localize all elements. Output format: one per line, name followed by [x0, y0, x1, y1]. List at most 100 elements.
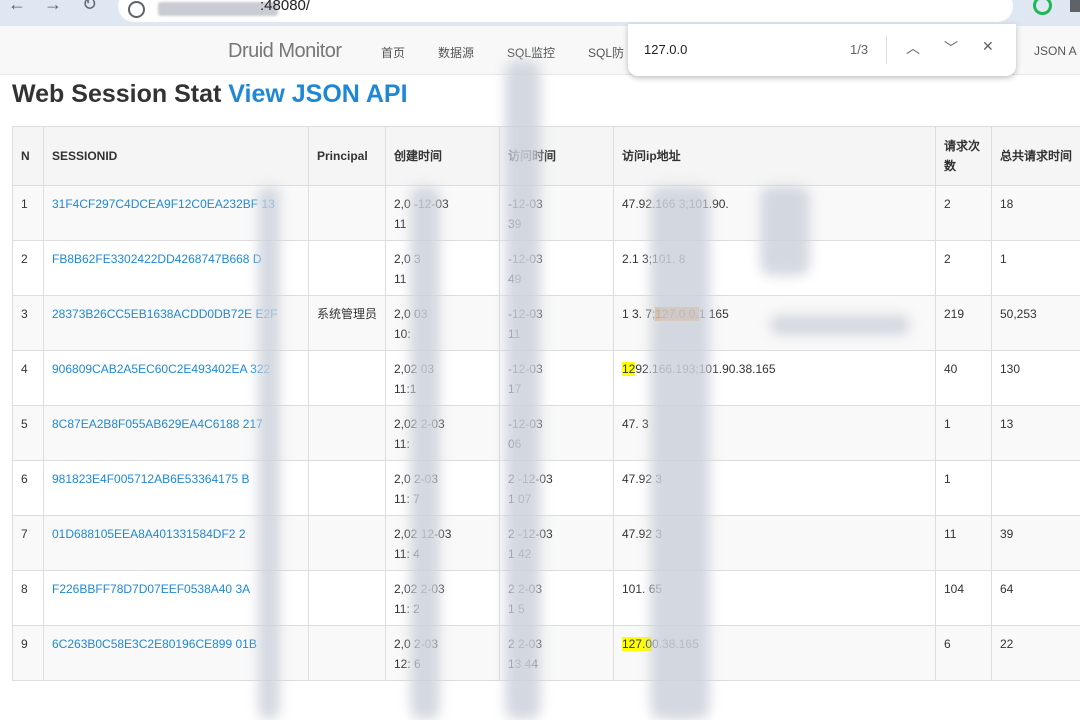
access-time-cell: -12-03 39: [499, 185, 614, 241]
address-bar[interactable]: :48080/: [118, 0, 1013, 22]
row-number: 7: [12, 515, 44, 571]
session-id-link[interactable]: 8C87EA2B8F055AB629EA4C6188 217: [52, 417, 263, 431]
table-row: 1 31F4CF297C4DCEA9F12C0EA232BF 13 2,0 -12-…: [12, 185, 1080, 241]
forward-icon[interactable]: →: [44, 0, 62, 14]
back-icon[interactable]: ←: [8, 0, 26, 14]
session-id-link[interactable]: 28373B26CC5EB1638ACDD0DB72E E2F: [52, 307, 277, 321]
access-date: -12-03: [508, 307, 543, 321]
access-date: -12-03: [508, 362, 543, 376]
access-date: 2 2-03: [508, 637, 543, 651]
access-clock: 1 5: [508, 602, 525, 616]
request-count-cell: 11: [935, 515, 992, 571]
session-id-link[interactable]: 31F4CF297C4DCEA9F12C0EA232BF 13: [52, 197, 275, 211]
request-count-cell: 2: [935, 185, 992, 241]
ip-suffix: 1 165: [698, 307, 729, 321]
created-time-cell: 2,02 2-03 11:: [385, 405, 500, 461]
access-clock: 49: [508, 272, 522, 286]
col-header-ip[interactable]: 访问ip地址: [613, 126, 936, 186]
reload-icon[interactable]: ↻: [82, 0, 97, 14]
ip-address-cell: 127.00.38.165: [613, 625, 936, 681]
total-time-cell: 18: [991, 185, 1080, 241]
principal-cell: [308, 405, 386, 461]
find-match-highlight: 127.0.0.: [655, 307, 699, 321]
principal-cell: [308, 515, 386, 571]
nav-sql-monitor[interactable]: SQL监控: [507, 44, 555, 61]
extension-icon[interactable]: [1033, 0, 1052, 15]
nav-datasource[interactable]: 数据源: [438, 44, 474, 61]
ip-suffix: 92.166.193;101.90.38.165: [635, 362, 776, 376]
browser-toolbar: ← → ↻ :48080/: [0, 0, 1080, 26]
col-header-created[interactable]: 创建时间: [385, 126, 500, 186]
total-time-cell: 1: [991, 240, 1080, 296]
created-time-cell: 2,0 2-03 11: 7: [385, 460, 500, 516]
created-clock: 11: [394, 272, 407, 286]
created-clock: 11: 7: [394, 492, 420, 506]
session-id-link[interactable]: F226BBFF78D7D07EEF0538A40 3A: [52, 582, 250, 596]
find-match-highlight: 127.0: [622, 637, 653, 651]
access-time-cell: 2 2-03 1 5: [499, 570, 614, 626]
total-time-cell: 22: [991, 625, 1080, 681]
session-id-link[interactable]: 906809CAB2A5EC60C2E493402EA 322: [52, 362, 270, 376]
col-header-request-count[interactable]: 请求次数: [935, 126, 992, 186]
brand-logo[interactable]: Druid Monitor: [228, 40, 342, 63]
access-date: 2 2-03: [508, 582, 543, 596]
ip-suffix: 47.92 3: [622, 472, 663, 486]
row-number: 8: [12, 570, 44, 626]
sidebar-icon[interactable]: [1070, 0, 1080, 12]
access-clock: 11: [508, 327, 521, 341]
principal-cell: [308, 625, 386, 681]
request-count-cell: 40: [935, 350, 992, 406]
access-time-cell: -12-03 17: [499, 350, 614, 406]
row-number: 2: [12, 240, 44, 296]
access-time-cell: -12-03 11: [499, 295, 614, 351]
session-id-link[interactable]: 6C263B0C58E3C2E80196CE899 01B: [52, 637, 257, 651]
created-clock: 11: 4: [394, 547, 420, 561]
created-clock: 11:1: [394, 382, 417, 396]
created-date: 2,02 2-03: [394, 582, 445, 596]
url-port-text: :48080/: [260, 0, 311, 14]
site-info-icon[interactable]: [128, 1, 145, 18]
session-id-link[interactable]: FB8B62FE3302422DD4268747B668 D: [52, 252, 261, 266]
view-json-api-link[interactable]: View JSON API: [228, 80, 407, 108]
request-count-cell: 2: [935, 240, 992, 296]
session-id-link[interactable]: 981823E4F005712AB6E53364175 B: [52, 472, 250, 486]
session-id-link[interactable]: 01D688105EEA8A401331584DF2 2: [52, 527, 246, 541]
table-row: 5 8C87EA2B8F055AB629EA4C6188 217 2,02 2-03…: [12, 405, 1080, 461]
principal-cell: [308, 240, 386, 296]
row-number: 3: [12, 295, 44, 351]
ip-suffix: 101. 65: [622, 582, 663, 596]
table-row: 4 906809CAB2A5EC60C2E493402EA 322 2,02 03 1…: [12, 350, 1080, 406]
created-date: 2,0 03: [394, 307, 428, 321]
principal-cell: [308, 460, 386, 516]
find-input[interactable]: 127.0.0: [644, 42, 687, 57]
col-header-access-time[interactable]: 访问时间: [499, 126, 614, 186]
nav-json-api[interactable]: JSON A: [1034, 44, 1077, 58]
col-header-sessionid[interactable]: SESSIONID: [43, 126, 309, 186]
created-time-cell: 2,0 03 10:: [385, 295, 500, 351]
row-number: 4: [12, 350, 44, 406]
created-date: 2,02 12-03: [394, 527, 452, 541]
created-clock: 11: 2: [394, 602, 420, 616]
request-count-cell: 6: [935, 625, 992, 681]
col-header-total-time[interactable]: 总共请求时间: [991, 126, 1080, 186]
find-match-highlight: 12: [622, 362, 636, 376]
nav-sql-firewall[interactable]: SQL防: [588, 44, 624, 61]
created-time-cell: 2,0 -12-03 11: [385, 185, 500, 241]
total-time-cell: 64: [991, 570, 1080, 626]
find-in-page-bar: 127.0.0 1/3 ︿ ﹀ ✕: [628, 24, 1016, 76]
nav-home[interactable]: 首页: [381, 44, 405, 61]
total-time-cell: 13: [991, 405, 1080, 461]
close-icon[interactable]: ✕: [982, 38, 994, 55]
access-date: 2 -12-03: [508, 472, 553, 486]
access-clock: 39: [508, 217, 522, 231]
col-header-n[interactable]: N: [12, 126, 44, 186]
col-header-principal[interactable]: Principal: [308, 126, 386, 186]
created-time-cell: 2,0 2-03 12: 6: [385, 625, 500, 681]
chevron-down-icon[interactable]: ﹀: [944, 38, 958, 58]
created-time-cell: 2,02 2-03 11: 2: [385, 570, 500, 626]
access-clock: 1 42: [508, 547, 532, 561]
access-time-cell: 2 -12-03 1 07: [499, 460, 614, 516]
created-date: 2,0 3: [394, 252, 421, 266]
page-title-text: Web Session Stat: [12, 80, 222, 108]
chevron-up-icon[interactable]: ︿: [906, 38, 920, 58]
